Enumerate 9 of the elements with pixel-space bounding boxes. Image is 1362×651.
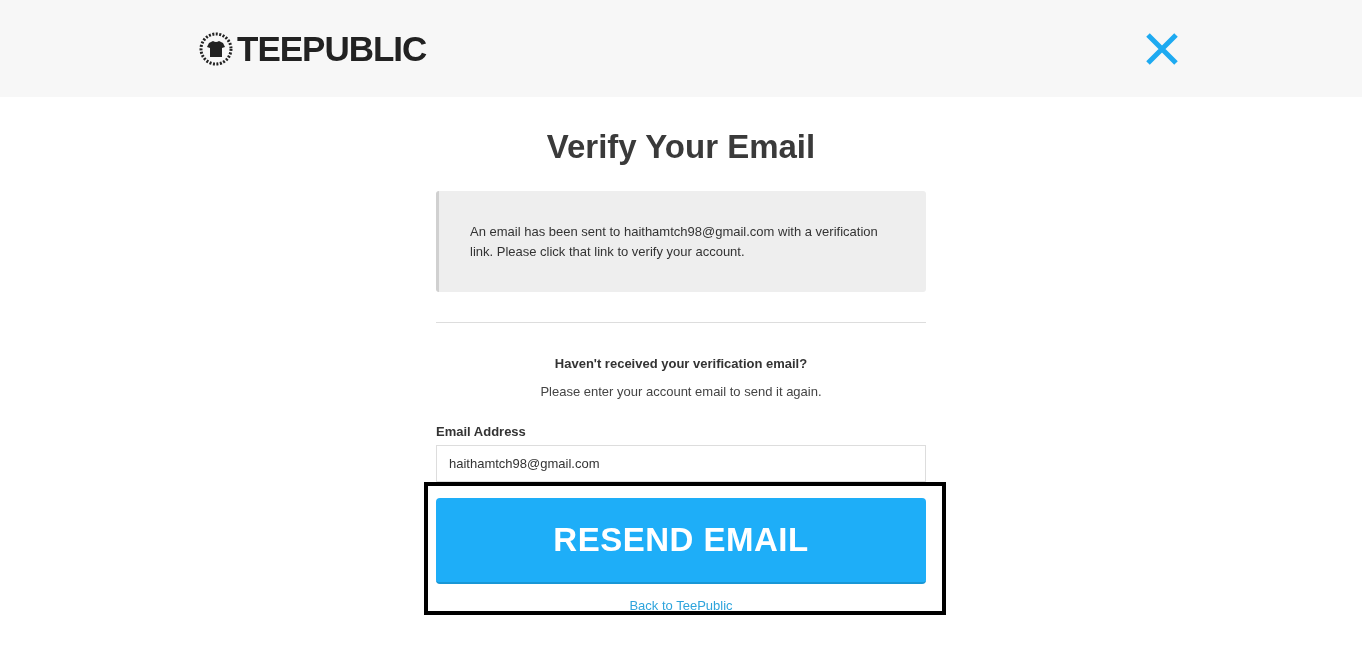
email-field[interactable]: haithamtch98@gmail.com [436, 445, 926, 482]
email-label: Email Address [436, 422, 527, 441]
logo-text[interactable]: TEEPUBLIC [237, 31, 427, 66]
instructions-text: Please enter your account email to send it again. [539, 383, 823, 401]
resend-heading: Haven't received your verification email? [553, 354, 809, 373]
close-icon[interactable] [1145, 31, 1179, 66]
page-title: Verify Your Email [546, 127, 816, 167]
notice-text: An email has been sent to haithamtch98@gmail.com with a verification link. Please click that link to verify your account. [470, 223, 879, 261]
t-shirt-icon [198, 31, 234, 66]
